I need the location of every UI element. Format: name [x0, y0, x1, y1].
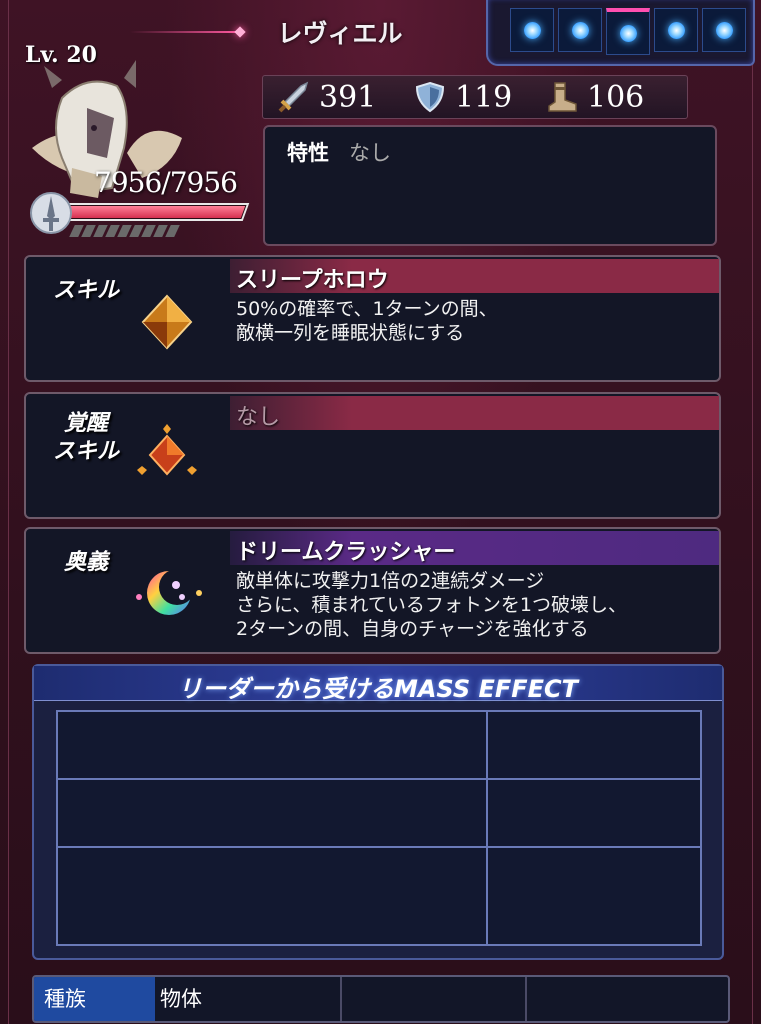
- shield-icon: [415, 81, 445, 113]
- mass-effect-title: リーダーから受けるMASS EFFECT: [177, 675, 579, 703]
- photon-orb-icon: [619, 24, 637, 42]
- character-name: レヴィエル: [277, 19, 403, 48]
- defense-stat: 119: [413, 76, 512, 118]
- boot-icon: [548, 82, 577, 112]
- mass-effect-table: [56, 710, 702, 946]
- race-divider: [525, 977, 527, 1021]
- photon-slot-active: [606, 8, 650, 55]
- table-column-divider: [486, 712, 488, 944]
- skill-label: スキル: [52, 278, 119, 303]
- defense-value: 119: [455, 79, 513, 115]
- photon-orb-icon: [667, 21, 685, 39]
- table-row-divider: [58, 778, 700, 780]
- race-value: 物体: [160, 987, 202, 1011]
- speed-value: 106: [587, 79, 645, 115]
- stats-bar: 391 119 106: [262, 75, 688, 119]
- attack-value: 391: [319, 79, 377, 115]
- ougi-label: 奥義: [63, 550, 108, 575]
- photon-slot: [702, 8, 746, 52]
- awakening-skill-panel[interactable]: 覚醒 スキル なし: [24, 392, 721, 519]
- skill-name: スリープホロウ: [236, 268, 389, 293]
- speed-stat: 106: [545, 76, 644, 118]
- skill-description: 50%の確率で、1ターンの間、 敵横一列を睡眠状態にする: [236, 298, 498, 344]
- race-divider: [340, 977, 342, 1021]
- charge-gauge: [69, 225, 180, 237]
- hp-bar-fill: [64, 206, 246, 218]
- awakening-name: なし: [236, 405, 281, 430]
- attack-stat: 391: [277, 76, 376, 118]
- awakening-label: 覚醒 スキル: [52, 411, 119, 464]
- photon-orb-icon: [715, 21, 733, 39]
- hp-bar: [60, 203, 250, 221]
- photon-slot: [558, 8, 602, 52]
- race-row: 種族 物体: [32, 975, 730, 1023]
- sword-shield-icon: [30, 192, 72, 234]
- photon-orb-icon: [523, 21, 541, 39]
- photon-orb-icon: [571, 21, 589, 39]
- photon-bar: [486, 0, 755, 66]
- ougi-name: ドリームクラッシャー: [236, 540, 456, 565]
- trait-value: なし: [349, 141, 391, 165]
- photon-slot: [654, 8, 698, 52]
- photon-slot: [510, 8, 554, 52]
- mass-effect-panel: リーダーから受けるMASS EFFECT: [32, 664, 724, 960]
- ougi-description: 敵単体に攻撃力1倍の2連続ダメージ さらに、積まれているフォトンを1つ破壊し、 …: [236, 570, 627, 640]
- awakening-header-bar: [230, 396, 719, 430]
- table-row-divider: [58, 846, 700, 848]
- awakening-crystal-icon: [137, 424, 197, 476]
- race-label: 種族: [34, 977, 155, 1021]
- ougi-panel[interactable]: 奥義 ドリームクラッシャー 敵単体に攻撃力1倍の2連続ダメージ さらに、積まれて…: [24, 527, 721, 654]
- skill-crystal-icon: [141, 294, 193, 350]
- hp-text: 7956/7956: [94, 166, 238, 199]
- trait-panel: 特性 なし: [263, 125, 717, 246]
- mass-effect-header: リーダーから受けるMASS EFFECT: [34, 666, 722, 703]
- sword-icon: [278, 81, 309, 113]
- skill-panel[interactable]: スキル スリープホロウ 50%の確率で、1ターンの間、 敵横一列を睡眠状態にする: [24, 255, 721, 382]
- moon-icon: [136, 569, 202, 615]
- title-decoration: [130, 31, 240, 33]
- trait-label: 特性: [287, 141, 329, 165]
